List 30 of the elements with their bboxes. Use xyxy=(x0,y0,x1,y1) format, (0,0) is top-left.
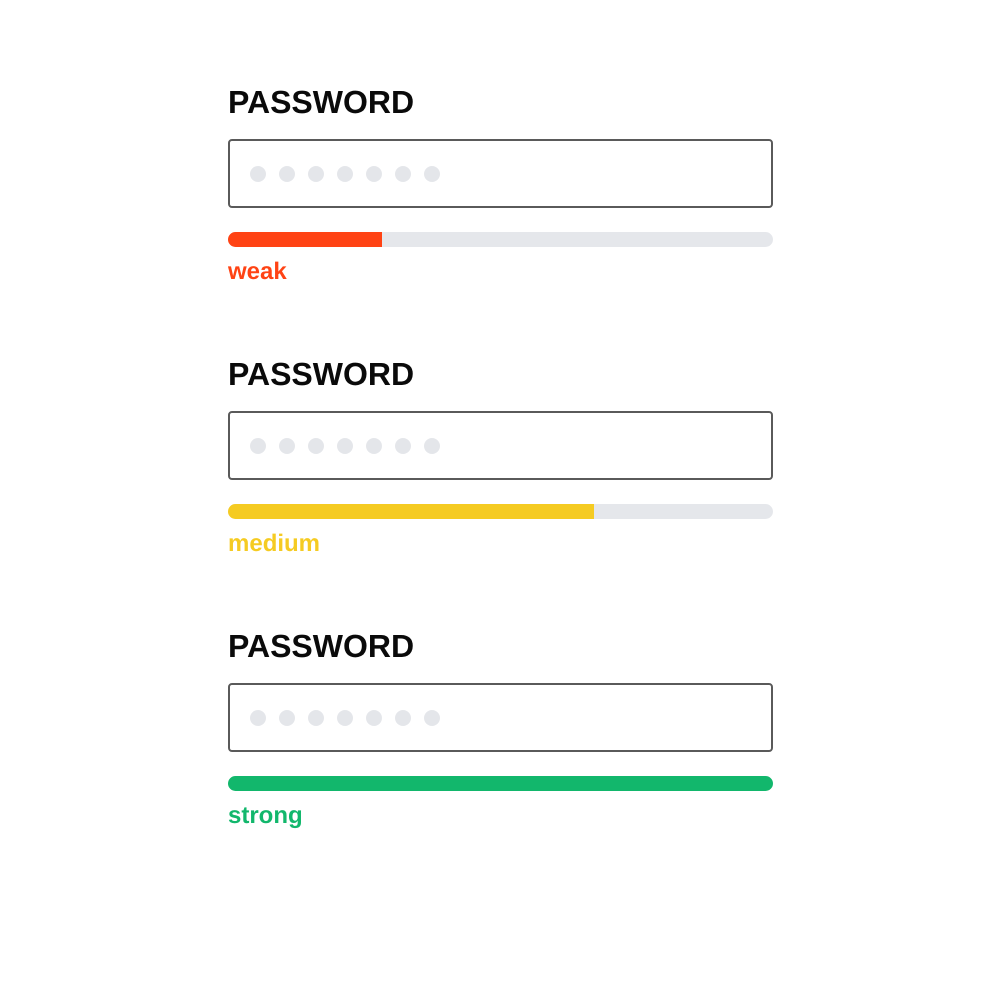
dot-icon xyxy=(250,438,266,454)
dot-icon xyxy=(337,166,353,182)
dot-icon xyxy=(424,710,440,726)
dot-icon xyxy=(250,710,266,726)
dot-icon xyxy=(366,710,382,726)
dot-icon xyxy=(395,166,411,182)
dot-icon xyxy=(279,438,295,454)
dot-icon xyxy=(395,438,411,454)
dot-icon xyxy=(308,166,324,182)
password-field[interactable] xyxy=(228,411,773,480)
strength-label: medium xyxy=(228,530,320,558)
dot-icon xyxy=(366,166,382,182)
dot-icon xyxy=(279,710,295,726)
dot-icon xyxy=(366,438,382,454)
dot-icon xyxy=(424,438,440,454)
field-label: PASSWORD xyxy=(228,628,416,665)
password-field[interactable] xyxy=(228,683,773,752)
strength-label: strong xyxy=(228,802,303,830)
dot-icon xyxy=(337,438,353,454)
dot-icon xyxy=(395,710,411,726)
strength-label: weak xyxy=(228,258,287,286)
password-field[interactable] xyxy=(228,139,773,208)
dot-icon xyxy=(308,710,324,726)
dot-icon xyxy=(337,710,353,726)
dot-icon xyxy=(424,166,440,182)
field-label: PASSWORD xyxy=(228,356,416,393)
dot-icon xyxy=(308,438,324,454)
dot-icon xyxy=(279,166,295,182)
dot-icon xyxy=(250,166,266,182)
field-label: PASSWORD xyxy=(228,84,416,121)
